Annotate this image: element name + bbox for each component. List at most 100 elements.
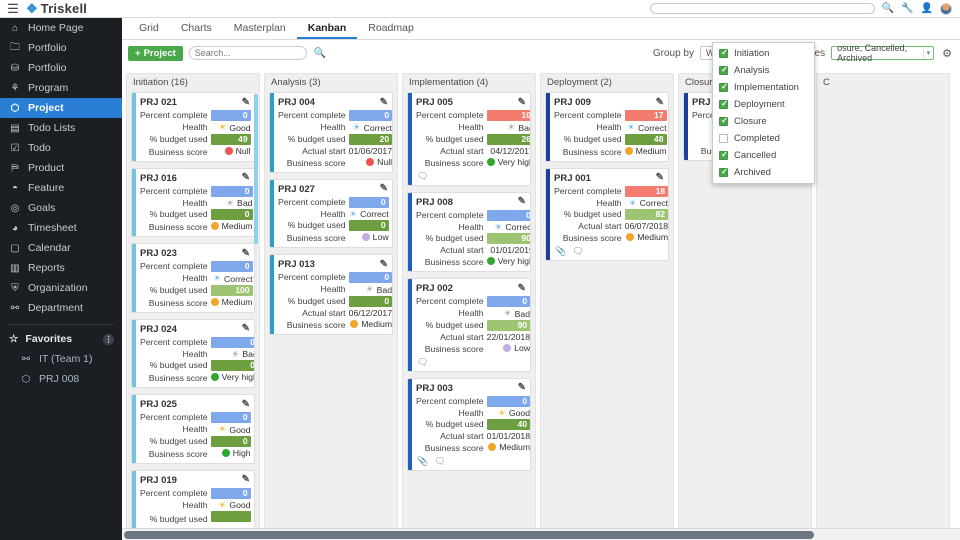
add-user-icon[interactable]: 👤 [921, 3, 933, 14]
project-card[interactable]: PRJ 005✎Percent complete10Health☀Bad% bu… [407, 92, 531, 186]
horizontal-scrollbar[interactable] [122, 528, 960, 540]
comment-icon[interactable]: 🗨 [417, 357, 428, 368]
sidebar-item-feature[interactable]: ◓ Feature [0, 178, 122, 198]
search-icon[interactable]: 🔍 [882, 3, 894, 14]
edit-icon[interactable]: ✎ [656, 173, 664, 183]
add-project-button[interactable]: + Project [128, 45, 183, 61]
brand[interactable]: ❖ Triskell [26, 1, 87, 16]
row-label: Health [182, 197, 208, 208]
comment-icon[interactable]: 🗨 [572, 246, 583, 257]
project-card[interactable]: PRJ 016 ✎ Percent complete 0 Health ☀ Bad% bud… [131, 167, 255, 237]
paperclip-icon[interactable]: 📎 [555, 246, 566, 257]
row-label: % budget used [149, 514, 208, 524]
tab-kanban[interactable]: Kanban [296, 18, 358, 39]
sidebar-item-portfolio[interactable]: 🗀 Portfolio [0, 38, 122, 58]
project-card[interactable]: PRJ 002 ✎ Percent complete 0 Health ☀ Bad% bud… [407, 278, 531, 372]
sidebar-item-department[interactable]: ⚯ Department [0, 298, 122, 318]
row-label: Percent complete [554, 185, 622, 196]
sidebar-item-project[interactable]: ⬡ Project [0, 98, 122, 118]
edit-icon[interactable]: ✎ [380, 259, 388, 270]
stage-option-closure[interactable]: Closure [713, 113, 814, 130]
stage-option-implementation[interactable]: Implementation [713, 79, 814, 96]
edit-icon[interactable]: ✎ [518, 283, 526, 294]
project-card[interactable]: PRJ 001 ✎ Percent complete 18 Health ☀ Correct… [545, 167, 669, 261]
sidebar-item-goals[interactable]: ◎ Goals [0, 198, 122, 218]
hamburger-icon[interactable]: ☰ [0, 1, 26, 17]
search-input[interactable] [188, 46, 307, 60]
sidebar-item-timesheet[interactable]: ◕ Timesheet [0, 218, 122, 238]
checkbox-icon[interactable] [719, 150, 729, 160]
favorite-item[interactable]: ⬡ PRJ 008 [0, 369, 122, 389]
project-card[interactable]: PRJ 027 ✎ Percent complete 0 Health ☀ Correct%… [269, 178, 393, 248]
edit-icon[interactable]: ✎ [380, 184, 388, 194]
sidebar-item-organization[interactable]: ⛨ Organization [0, 278, 122, 298]
stage-option-deployment[interactable]: Deployment [713, 96, 814, 113]
wrench-icon[interactable]: 🔧 [901, 3, 913, 14]
column-header: C [823, 77, 830, 88]
row-label: Business score [562, 146, 622, 157]
card-title: PRJ 009 ✎ [554, 97, 664, 108]
search-icon[interactable]: 🔍 [314, 48, 326, 59]
column-scrollbar[interactable] [254, 94, 258, 244]
checkbox-icon[interactable] [719, 48, 729, 58]
sidebar-item-reports[interactable]: ▥ Reports [0, 258, 122, 278]
checkbox-icon[interactable] [719, 134, 728, 143]
edit-icon[interactable]: ✎ [242, 97, 250, 108]
row-label: Health [182, 273, 208, 283]
avatar[interactable] [940, 2, 952, 15]
sidebar-item-calendar[interactable]: ▢ Calendar [0, 238, 122, 258]
edit-icon[interactable]: ✎ [518, 197, 526, 207]
tab-masterplan[interactable]: Masterplan [223, 18, 297, 39]
sidebar-item-product[interactable]: ⛿ Product [0, 158, 122, 178]
stage-option-analysis[interactable]: Analysis [713, 62, 814, 79]
favorites-menu-icon[interactable]: ⋮ [103, 333, 114, 345]
edit-icon[interactable]: ✎ [242, 324, 250, 334]
project-card[interactable]: PRJ 021 ✎ Percent complete 0 Health ☀ Good% bu… [131, 92, 255, 162]
project-card[interactable]: PRJ 019 ✎ Percent complete 0 Health ☀ Good% bu… [131, 469, 255, 528]
checkbox-icon[interactable] [719, 99, 729, 109]
paperclip-icon[interactable]: 📎 [417, 456, 428, 467]
stage-option-cancelled[interactable]: Cancelled [713, 147, 814, 164]
comment-icon[interactable]: 🗨 [434, 456, 445, 467]
global-search-input[interactable] [649, 3, 875, 14]
project-card[interactable]: PRJ 009 ✎ Percent complete 17 Health ☀ Correct… [545, 92, 669, 162]
stage-option-completed[interactable]: Completed [713, 130, 814, 147]
gear-icon[interactable]: ⚙ [942, 47, 952, 60]
sidebar-item-program[interactable]: ⚘ Program [0, 78, 122, 98]
comment-icon[interactable]: 🗨 [417, 171, 428, 182]
project-card[interactable]: PRJ 013 ✎ Percent complete 0 Health ☀ Bad% bud… [269, 254, 393, 335]
edit-icon[interactable]: ✎ [518, 97, 526, 108]
project-card[interactable]: PRJ 003 ✎ Percent complete 0 Health ☀ Good% bu… [407, 377, 531, 471]
project-card[interactable]: PRJ 024✎Percent complete0Health☀Bad% bud… [131, 318, 255, 388]
sidebar-item-home-page[interactable]: ⌂ Home Page [0, 18, 122, 38]
sidebar-item-todo-lists[interactable]: ▤ Todo Lists [0, 118, 122, 138]
stages-select[interactable]: osure, Cancelled, Archived ▾ [831, 43, 935, 63]
health-text: Bad [242, 349, 254, 359]
project-card[interactable]: PRJ 004 ✎ Percent complete 0 Health ☀ Correct%… [269, 92, 393, 173]
edit-icon[interactable]: ✎ [242, 248, 250, 259]
favorites-header[interactable]: ☆ Favorites ⋮ [0, 329, 122, 349]
stage-option-initiation[interactable]: Initiation [713, 45, 814, 62]
card-fields: Percent complete10Health☀Bad% budget use… [416, 110, 530, 169]
edit-icon[interactable]: ✎ [242, 475, 250, 485]
stage-option-archived[interactable]: Archived [713, 164, 814, 181]
edit-icon[interactable]: ✎ [242, 399, 250, 410]
sidebar-item-portfolio[interactable]: ⛁ Portfolio [0, 58, 122, 78]
edit-icon[interactable]: ✎ [380, 97, 388, 108]
checkbox-icon[interactable] [719, 167, 729, 177]
tab-charts[interactable]: Charts [170, 18, 223, 39]
checkbox-icon[interactable] [719, 65, 729, 75]
checkbox-icon[interactable] [719, 116, 729, 126]
project-card[interactable]: PRJ 008 ✎ Percent complete 0 Health ☀ Correct%… [407, 191, 531, 272]
project-card[interactable]: PRJ 023 ✎ Percent complete 0 Health ☀ Correct%… [131, 243, 255, 313]
edit-icon[interactable]: ✎ [656, 97, 664, 108]
checkbox-icon[interactable] [719, 82, 729, 92]
project-card[interactable]: PRJ 025 ✎ Percent complete 0 Health ☀ Good% bu… [131, 394, 255, 464]
favorite-item[interactable]: ⚯ IT (Team 1) [0, 349, 122, 369]
sidebar-item-todo[interactable]: ☑ Todo [0, 138, 122, 158]
edit-icon[interactable]: ✎ [518, 383, 526, 393]
tab-roadmap[interactable]: Roadmap [357, 18, 425, 39]
tab-grid[interactable]: Grid [128, 18, 170, 39]
scrollbar-thumb[interactable] [124, 531, 814, 539]
edit-icon[interactable]: ✎ [242, 173, 250, 183]
